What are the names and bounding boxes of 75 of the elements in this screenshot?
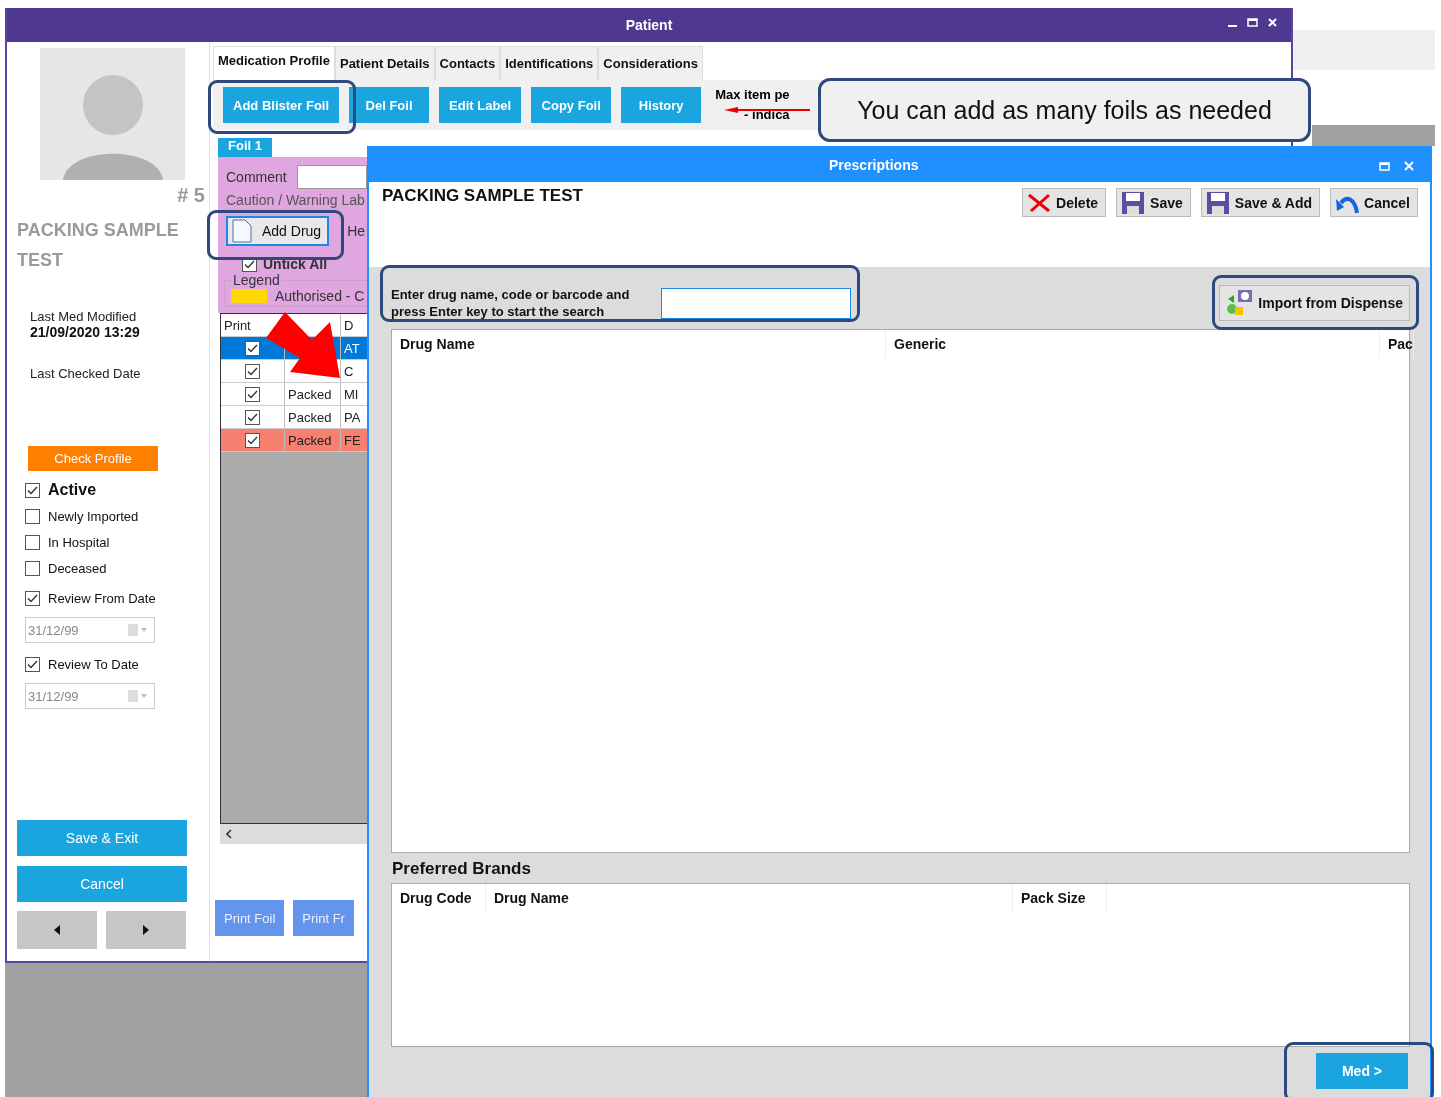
checkbox-label: Review From Date — [48, 590, 156, 606]
date-field[interactable]: 31/12/99 — [25, 683, 155, 709]
table-cell: Packed — [288, 386, 332, 402]
window-title: Patient — [625, 17, 673, 33]
right-triangle-icon — [143, 925, 149, 935]
action-button[interactable]: Save & Add — [1200, 188, 1321, 217]
comment-field[interactable] — [296, 165, 367, 189]
cross-icon — [1027, 192, 1052, 213]
dialog-title: Prescriptions — [829, 157, 919, 173]
label-text: He — [347, 223, 366, 239]
table-cell: Packed — [288, 409, 332, 425]
table-row[interactable]: Packed PA — [221, 406, 369, 429]
search-label: Enter drug name, code or barcode and press Enter key to start the search — [391, 286, 631, 320]
callout-note: You can add as many foils as needed — [818, 78, 1311, 142]
action-button[interactable]: Cancel — [1330, 188, 1418, 217]
column-header: Drug Name — [392, 330, 886, 358]
table-row[interactable]: Packed MI — [221, 383, 369, 406]
checkbox[interactable] — [25, 590, 40, 606]
checkbox-label: Newly Imported — [48, 508, 139, 524]
tab[interactable]: Medication Profile — [213, 46, 335, 80]
maximize-icon[interactable] — [1247, 18, 1258, 27]
table-cell: MI — [344, 386, 359, 402]
checkbox[interactable] — [25, 560, 40, 576]
checkbox[interactable] — [245, 340, 260, 356]
tab[interactable]: Patient Details — [334, 46, 435, 80]
action-button[interactable]: Delete — [1022, 188, 1107, 217]
checkbox[interactable] — [25, 656, 40, 672]
column-header: Pack Size — [1013, 884, 1107, 912]
column-header: Drug Name — [486, 884, 1013, 912]
last-med-modified-label: Last Med Modified — [30, 309, 138, 324]
comment-label: Comment — [226, 169, 287, 185]
action-button[interactable]: Save — [1116, 188, 1191, 217]
legend-label: Authorised - C — [275, 288, 365, 304]
search-field[interactable] — [661, 287, 851, 319]
checkbox-label: In Hospital — [48, 534, 110, 550]
checkbox-label: Deceased — [48, 560, 107, 576]
last-med-modified-value: 21/09/2020 13:29 — [30, 324, 141, 340]
last-checked-label: Last Checked Date — [30, 366, 142, 381]
column-header: Pac — [1380, 330, 1414, 358]
tab[interactable]: Considerations — [598, 46, 703, 80]
add-drug-button[interactable]: Add Drug — [226, 216, 330, 246]
column-header: Drug Code — [392, 884, 486, 912]
table-cell: PA — [344, 409, 361, 425]
checkbox-label: Review To Date — [48, 656, 139, 672]
checkbox[interactable] — [25, 482, 40, 498]
legend-title: Legend — [232, 272, 281, 288]
checkbox[interactable] — [25, 508, 40, 524]
close-icon[interactable] — [1268, 18, 1277, 27]
note-text: Max item pe — [715, 88, 790, 102]
date-field[interactable]: 31/12/99 — [25, 617, 155, 643]
checkbox[interactable] — [245, 386, 260, 402]
checkbox[interactable] — [245, 363, 260, 379]
table-row[interactable]: Packed FE — [221, 429, 369, 452]
table-cell: C — [344, 363, 354, 379]
caution-label: Caution / Warning Lab — [226, 192, 366, 208]
table-cell: Packed — [288, 432, 332, 448]
checkbox[interactable] — [245, 432, 260, 448]
patient-number: # 5 — [177, 184, 205, 207]
checkbox-label: Active — [48, 481, 97, 499]
section-title: Preferred Brands — [392, 859, 532, 879]
chevron-left-icon[interactable] — [226, 829, 232, 839]
left-triangle-icon — [54, 925, 60, 935]
checkbox[interactable] — [25, 534, 40, 550]
checkbox[interactable] — [245, 409, 260, 425]
table-cell: FE — [344, 432, 361, 448]
note-text: - indica — [744, 108, 790, 122]
dialog-heading: PACKING SAMPLE TEST — [382, 186, 583, 206]
tab[interactable]: Identifications — [500, 46, 599, 80]
patient-name: PACKING SAMPLE TEST — [17, 219, 180, 272]
tab[interactable]: Contacts — [434, 46, 501, 80]
import-icon — [1226, 289, 1255, 317]
document-icon — [232, 219, 252, 243]
import-button[interactable]: Import from Dispense — [1219, 285, 1410, 321]
column-header: Generic — [886, 330, 1380, 358]
scrollbar[interactable] — [220, 824, 370, 844]
